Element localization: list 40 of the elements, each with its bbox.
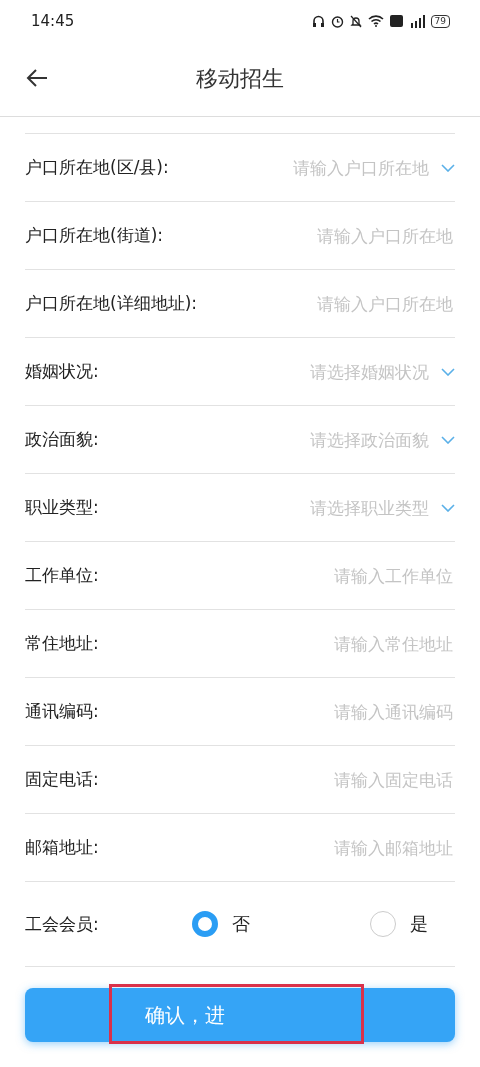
headphones-icon (311, 14, 325, 28)
input-field[interactable]: 请输入户口所在地 (261, 292, 455, 315)
back-arrow-icon[interactable] (26, 69, 48, 87)
status-time: 14:45 (31, 12, 75, 30)
field-label: 常住地址: (25, 632, 99, 655)
input-field[interactable]: 请输入常住地址 (261, 632, 455, 655)
chevron-down-icon (441, 367, 455, 376)
chevron-down-icon (441, 503, 455, 512)
input-field[interactable]: 请输入通讯编码 (261, 700, 455, 723)
field-label: 户口所在地(街道): (25, 224, 163, 247)
wifi-icon (367, 15, 384, 27)
select-field[interactable]: 请选择职业类型 (267, 496, 431, 519)
field-label: 固定电话: (25, 768, 99, 791)
field-label: 通讯编码: (25, 700, 99, 723)
field-label: 职业类型: (25, 496, 99, 519)
field-label: 邮箱地址: (25, 836, 99, 859)
input-field[interactable]: 请输入户口所在地 (261, 224, 455, 247)
chevron-down-icon (441, 163, 455, 172)
signal-icon (408, 14, 425, 28)
radio-button[interactable] (191, 911, 218, 937)
field-label: 户口所在地(区/县): (25, 156, 169, 179)
alarm-icon (330, 14, 344, 28)
select-field[interactable]: 请选择政治面貌 (267, 428, 431, 451)
field-label: 工作单位: (25, 564, 99, 587)
bell-off-icon (349, 14, 362, 28)
field-label: 户口所在地(详细地址): (25, 292, 197, 315)
chevron-down-icon (441, 435, 455, 444)
page-title: 移动招生 (196, 65, 284, 93)
input-field[interactable]: 请输入工作单位 (261, 564, 455, 587)
field-label: 政治面貌: (25, 428, 99, 451)
input-field[interactable]: 请输入邮箱地址 (261, 836, 455, 859)
input-field[interactable]: 请输入固定电话 (261, 768, 455, 791)
battery-level: 79 (430, 14, 450, 28)
field-label: 工会会员: (25, 912, 99, 936)
radio-option[interactable]: 是 (369, 911, 428, 937)
select-field[interactable]: 请输入户口所在地 (267, 156, 431, 179)
select-field[interactable]: 请选择婚姻状况 (267, 360, 431, 383)
radio-option[interactable]: 否 (191, 911, 250, 937)
field-label: 婚姻状况: (25, 360, 99, 383)
radio-button[interactable] (369, 911, 396, 937)
